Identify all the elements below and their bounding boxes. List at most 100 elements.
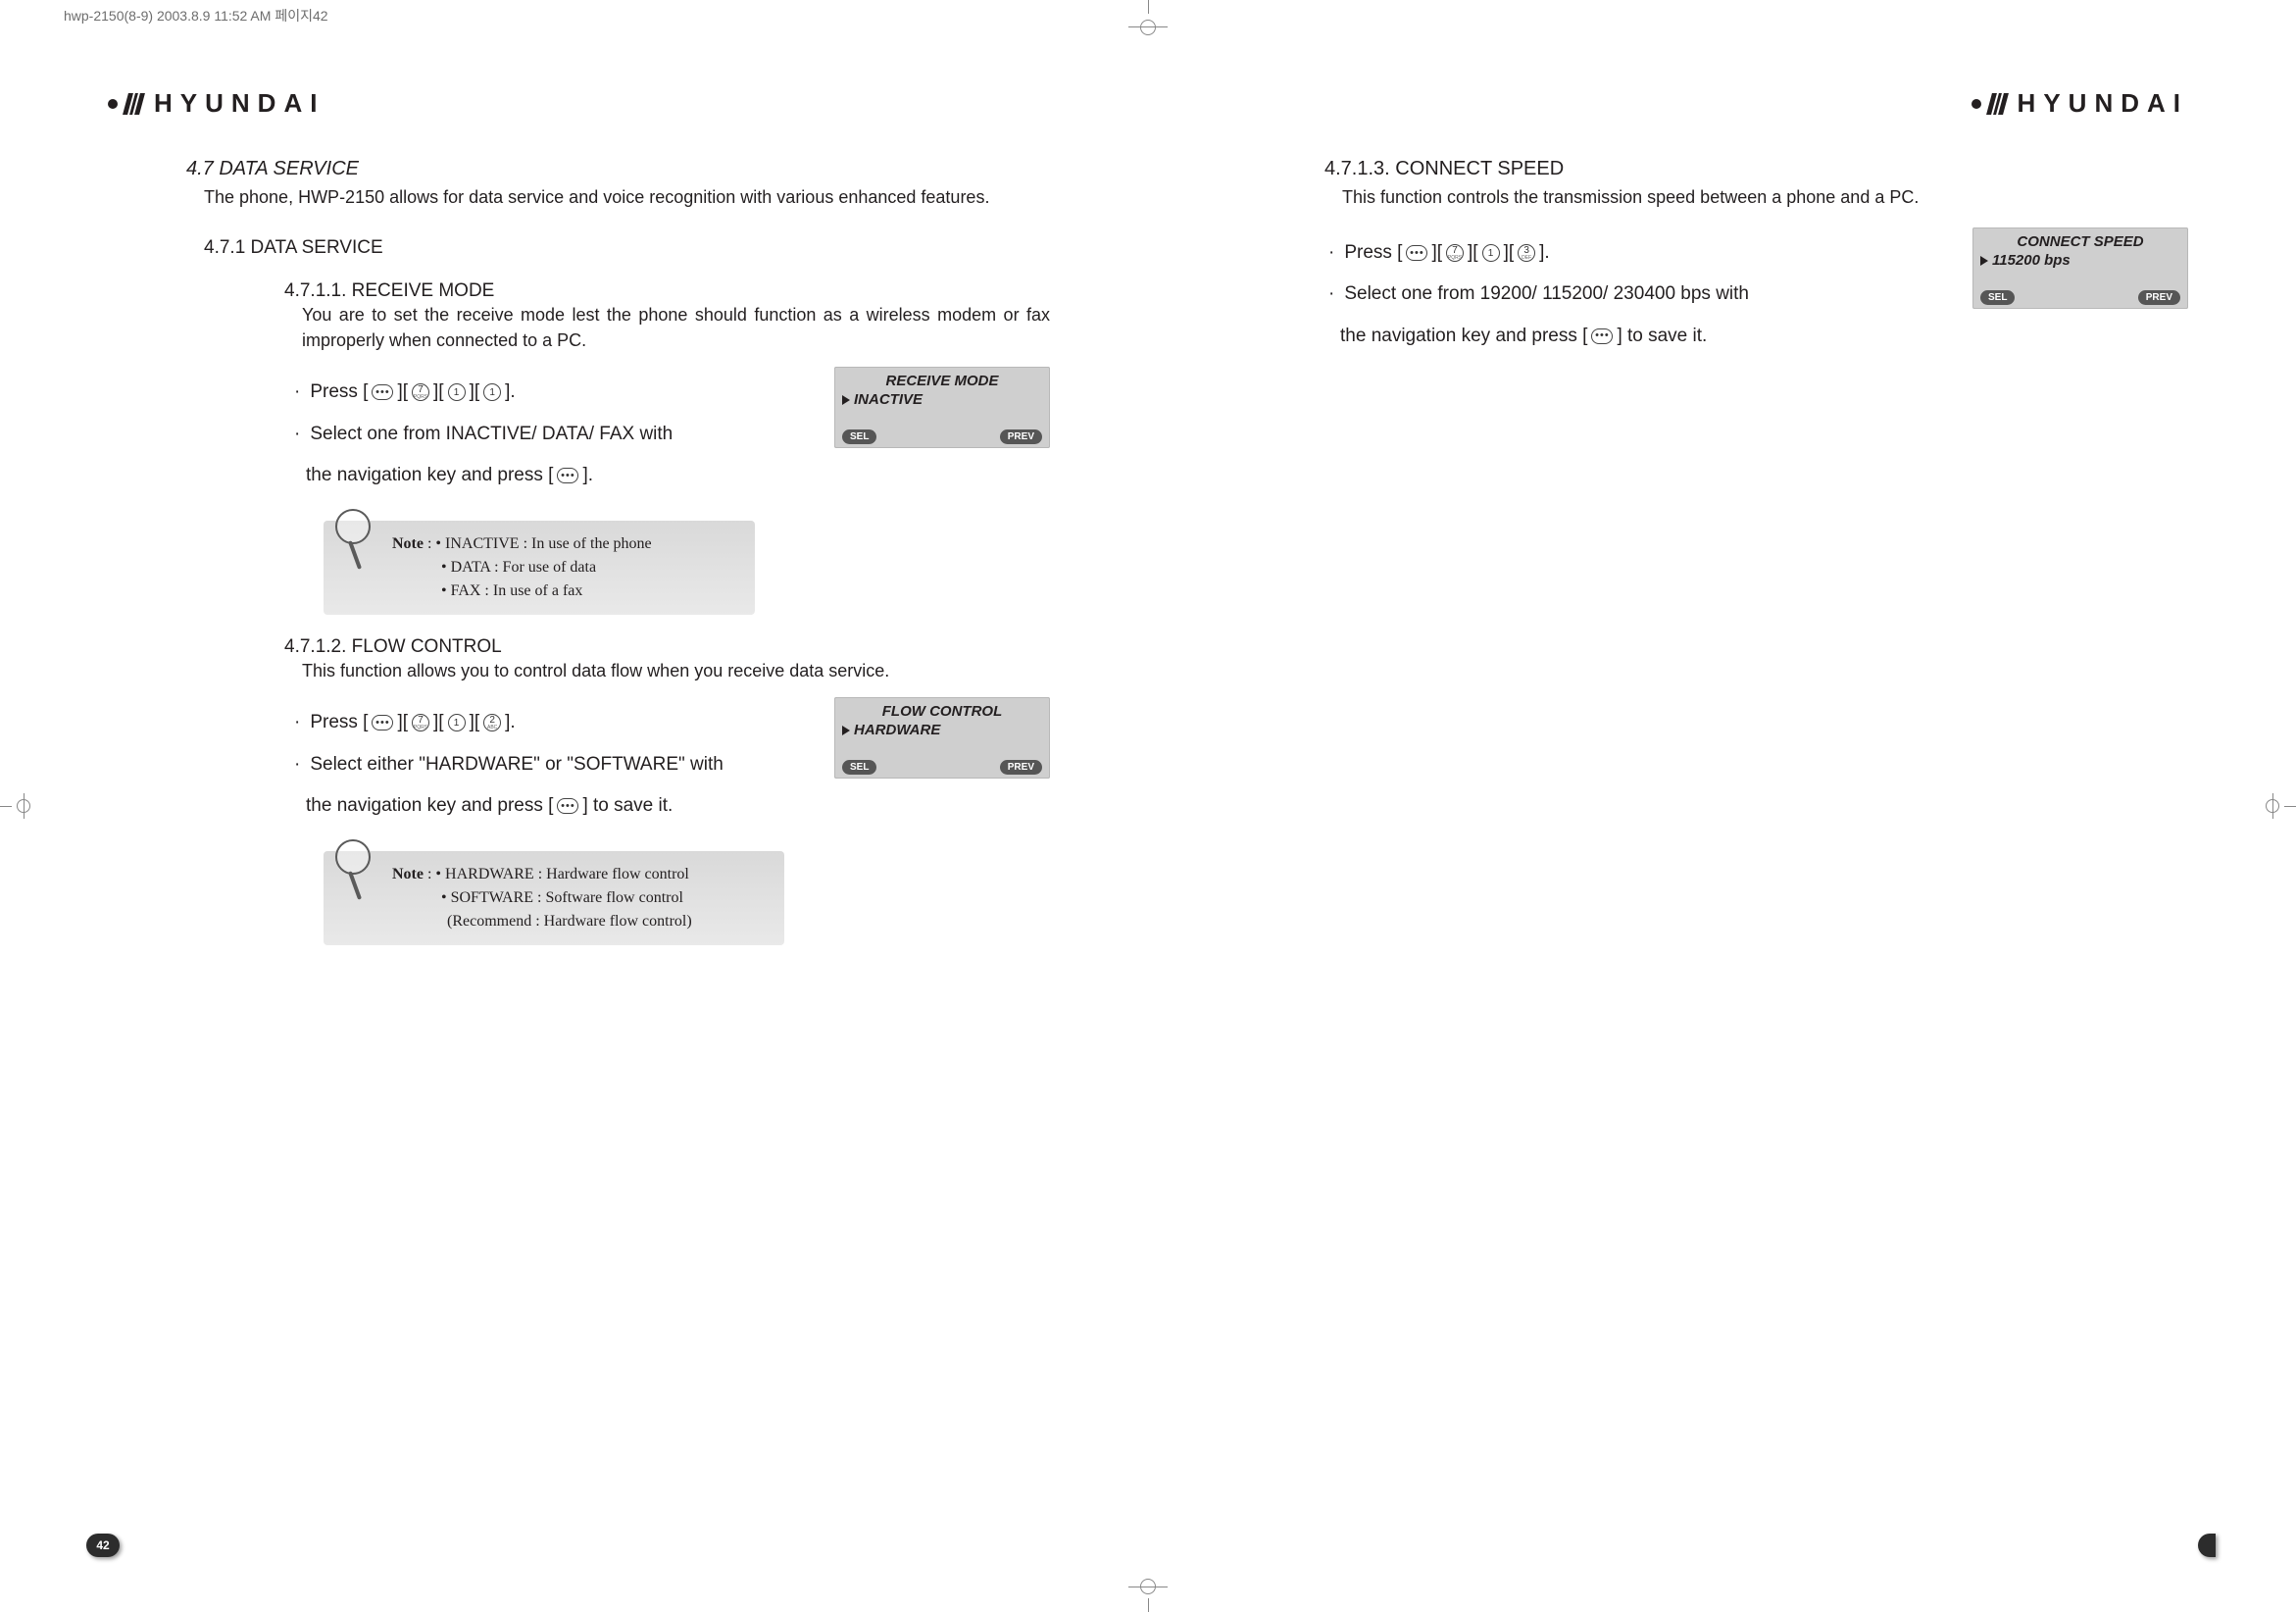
- text-select: Select one from 19200/ 115200/ 230400 bp…: [1344, 278, 1749, 310]
- key-sep: ][: [1431, 237, 1442, 269]
- text-nav-b: ] to save it.: [1617, 321, 1707, 352]
- print-header: hwp-2150(8-9) 2003.8.9 11:52 AM 페이지42: [64, 6, 328, 25]
- section-4-7-desc: The phone, HWP-2150 allows for data serv…: [204, 184, 1050, 210]
- lcd-selection: INACTIVE: [842, 391, 1042, 408]
- lcd-title: CONNECT SPEED: [1980, 233, 2180, 250]
- note-line-1: : • INACTIVE : In use of the phone: [424, 535, 652, 552]
- section-4-7-1-1-title: 4.7.1.1. RECEIVE MODE: [284, 280, 1050, 302]
- menu-key-icon: •••: [1591, 328, 1613, 344]
- section-4-7-1-title: 4.7.1 DATA SERVICE: [204, 237, 1050, 259]
- keypad-7-icon: 7PQRS: [412, 383, 429, 401]
- key-sep: ][: [433, 707, 444, 738]
- crop-mark-top: [1128, 0, 1168, 29]
- lcd-selection-text: HARDWARE: [854, 722, 940, 738]
- note-line-2: • SOFTWARE : Software flow control: [392, 886, 767, 910]
- lcd-connect-speed: CONNECT SPEED 115200 bps SEL PREV: [1972, 227, 2188, 309]
- page-number-badge-right: [2198, 1534, 2216, 1557]
- keypad-2-icon: 2ABC: [483, 714, 501, 731]
- note-line-3: • FAX : In use of a fax: [392, 579, 737, 603]
- lcd-title: FLOW CONTROL: [842, 703, 1042, 720]
- lcd-softkey-prev: PREV: [1000, 760, 1042, 775]
- section-4-7-1-3-title: 4.7.1.3. CONNECT SPEED: [1324, 158, 2188, 180]
- note-line-1: : • HARDWARE : Hardware flow control: [424, 866, 689, 882]
- lcd-softkey-prev: PREV: [1000, 429, 1042, 444]
- brand-logo-text: HYUNDAI: [2018, 88, 2188, 119]
- press-sequence-flow-control: Press [ ••• ][ 7PQRS ][ 1 ][ 2ABC ].: [294, 707, 805, 738]
- press-sequence-connect-speed: Press [ ••• ][ 7PQRS ][ 1 ][ 3DEF ].: [1328, 237, 1943, 269]
- magnifier-icon: [329, 837, 382, 906]
- triangle-right-icon: [842, 726, 850, 735]
- keypad-7-icon: 7PQRS: [412, 714, 429, 731]
- crop-mark-right: [2253, 791, 2292, 821]
- section-4-7-1-1-desc: You are to set the receive mode lest the…: [302, 302, 1050, 353]
- section-4-7-1-2-title: 4.7.1.2. FLOW CONTROL: [284, 636, 1050, 658]
- brand-logo-left: HYUNDAI: [108, 88, 1050, 119]
- keypad-1-icon: 1: [448, 714, 466, 731]
- key-sep: ][: [1504, 237, 1515, 269]
- select-line-connect-speed: Select one from 19200/ 115200/ 230400 bp…: [1328, 278, 1943, 310]
- triangle-right-icon: [1980, 256, 1988, 266]
- keypad-1-icon: 1: [1482, 244, 1500, 262]
- key-sep: ][: [1468, 237, 1478, 269]
- key-sep: ][: [397, 707, 408, 738]
- text-nav-a: the navigation key and press [: [306, 790, 553, 822]
- lcd-selection-text: INACTIVE: [854, 391, 923, 408]
- magnifier-icon: [329, 507, 382, 576]
- menu-key-icon: •••: [372, 715, 393, 730]
- page-right: HYUNDAI 4.7.1.3. CONNECT SPEED This func…: [1148, 69, 2237, 1553]
- key-sep: ][: [433, 377, 444, 408]
- section-4-7-1-3-desc: This function controls the transmission …: [1342, 184, 2188, 210]
- lcd-softkey-sel: SEL: [1980, 290, 2015, 305]
- text-select: Select either "HARDWARE" or "SOFTWARE" w…: [310, 749, 723, 781]
- menu-key-icon: •••: [372, 384, 393, 400]
- press-sequence-receive-mode: Press [ ••• ][ 7PQRS ][ 1 ][ 1 ].: [294, 377, 805, 408]
- brand-logo-right: HYUNDAI: [1246, 88, 2188, 119]
- menu-key-icon: •••: [557, 798, 578, 814]
- note-box-receive-mode: Note : • INACTIVE : In use of the phone …: [324, 521, 755, 615]
- text-press-close: ].: [1539, 237, 1550, 269]
- section-4-7-1-2-desc: This function allows you to control data…: [302, 658, 1050, 683]
- text-press-close: ].: [505, 707, 516, 738]
- nav-line-connect-speed: the navigation key and press [ ••• ] to …: [1340, 321, 1943, 352]
- note-box-flow-control: Note : • HARDWARE : Hardware flow contro…: [324, 851, 784, 945]
- lcd-softkey-prev: PREV: [2138, 290, 2180, 305]
- lcd-receive-mode: RECEIVE MODE INACTIVE SEL PREV: [834, 367, 1050, 448]
- brand-logo-text: HYUNDAI: [154, 88, 324, 119]
- triangle-right-icon: [842, 395, 850, 405]
- menu-key-icon: •••: [557, 468, 578, 483]
- text-press-close: ].: [505, 377, 516, 408]
- text-nav-a: the navigation key and press [: [1340, 321, 1587, 352]
- menu-key-icon: •••: [1406, 245, 1427, 261]
- note-label: Note: [392, 866, 424, 882]
- lcd-flow-control: FLOW CONTROL HARDWARE SEL PREV: [834, 697, 1050, 779]
- lcd-softkey-sel: SEL: [842, 760, 876, 775]
- key-sep: ][: [470, 707, 480, 738]
- text-nav-a: the navigation key and press [: [306, 460, 553, 491]
- note-label: Note: [392, 535, 424, 552]
- page-number-badge: 42: [86, 1534, 120, 1557]
- key-sep: ][: [470, 377, 480, 408]
- text-nav-b: ].: [582, 460, 593, 491]
- select-line-receive-mode: Select one from INACTIVE/ DATA/ FAX with: [294, 419, 805, 450]
- lcd-selection: 115200 bps: [1980, 252, 2180, 269]
- note-line-2: • DATA : For use of data: [392, 556, 737, 579]
- select-line-flow-control: Select either "HARDWARE" or "SOFTWARE" w…: [294, 749, 805, 781]
- text-select: Select one from INACTIVE/ DATA/ FAX with: [310, 419, 673, 450]
- section-4-7-title: 4.7 DATA SERVICE: [186, 158, 1050, 180]
- nav-line-flow-control: the navigation key and press [ ••• ] to …: [306, 790, 805, 822]
- keypad-1-icon: 1: [448, 383, 466, 401]
- keypad-3-icon: 3DEF: [1518, 244, 1535, 262]
- lcd-selection: HARDWARE: [842, 722, 1042, 738]
- nav-line-receive-mode: the navigation key and press [ ••• ].: [306, 460, 805, 491]
- lcd-selection-text: 115200 bps: [1992, 252, 2071, 269]
- page-spread: HYUNDAI 4.7 DATA SERVICE The phone, HWP-…: [59, 69, 2237, 1553]
- keypad-7-icon: 7PQRS: [1446, 244, 1464, 262]
- text-press: Press [: [310, 707, 368, 738]
- lcd-title: RECEIVE MODE: [842, 373, 1042, 389]
- lcd-softkey-sel: SEL: [842, 429, 876, 444]
- key-sep: ][: [397, 377, 408, 408]
- brand-mark-icon: [1989, 93, 2006, 115]
- text-press: Press [: [310, 377, 368, 408]
- note-line-3: (Recommend : Hardware flow control): [392, 910, 767, 933]
- keypad-1-icon: 1: [483, 383, 501, 401]
